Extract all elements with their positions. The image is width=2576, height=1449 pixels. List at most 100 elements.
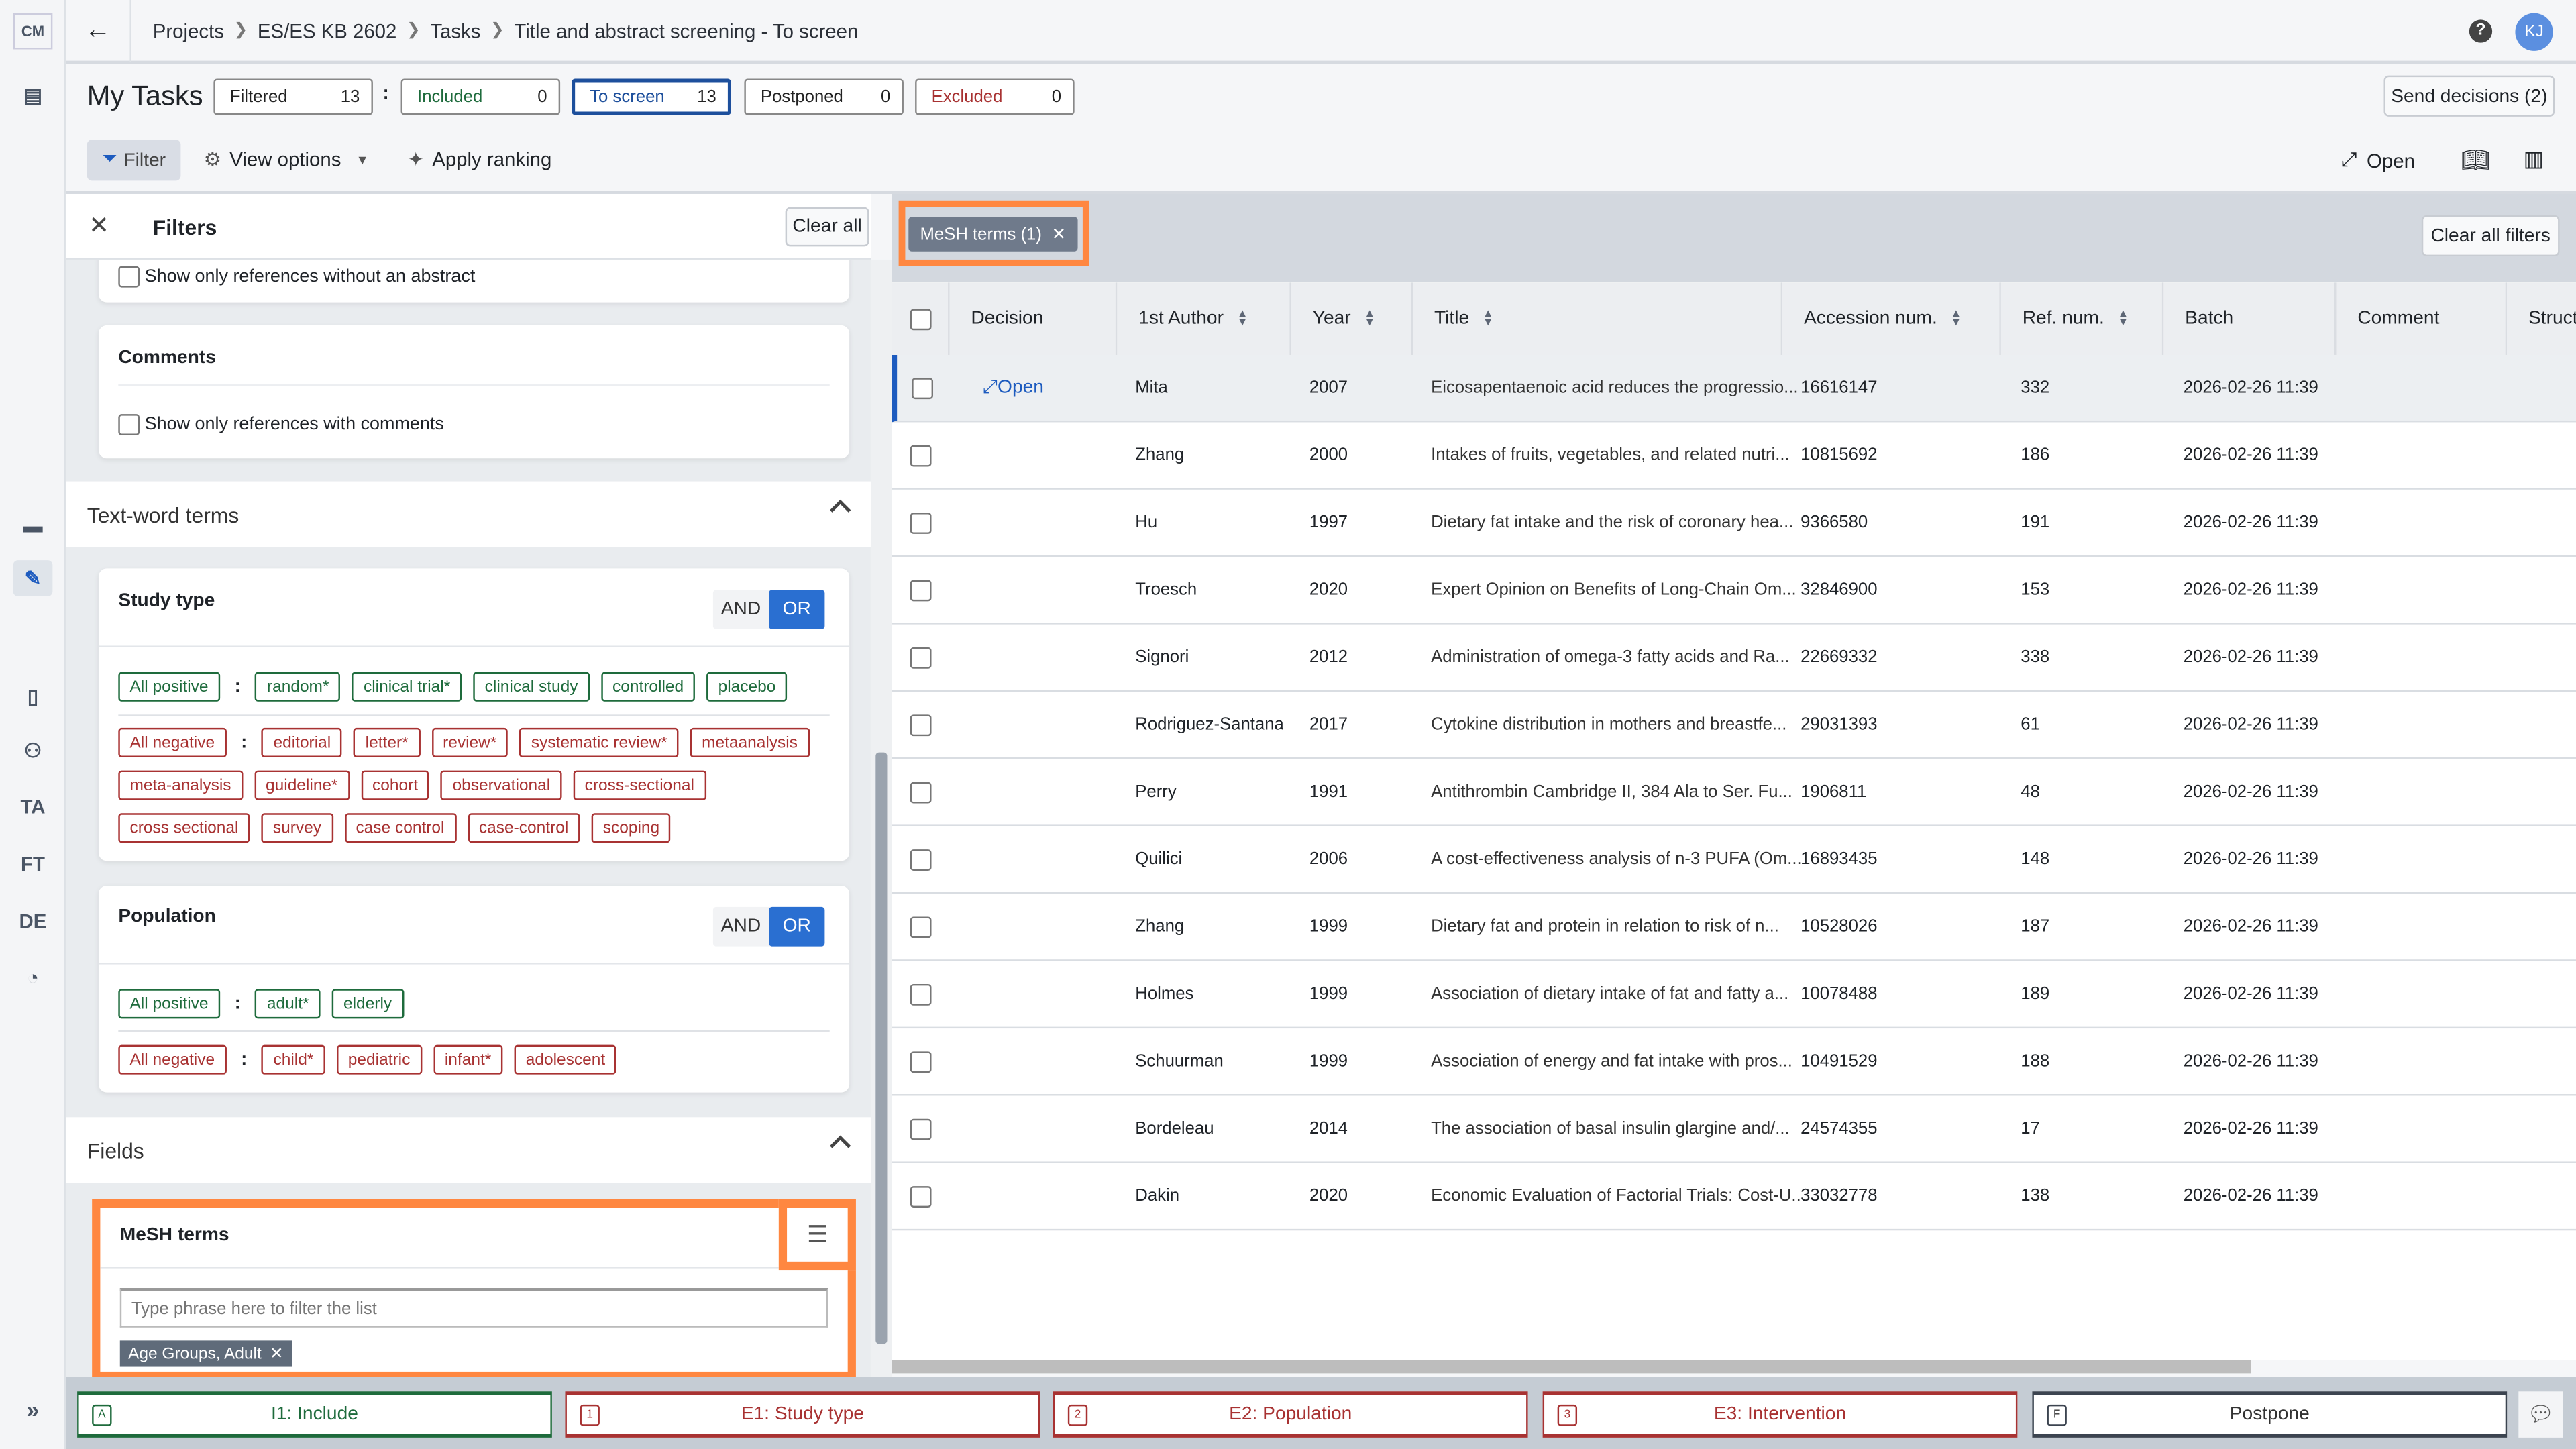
title-cell[interactable]: The association of basal insulin glargin… — [1431, 1095, 1790, 1161]
column-header-year[interactable]: Year ▲ ▼ — [1291, 282, 1413, 355]
title-cell[interactable]: Cytokine distribution in mothers and bre… — [1431, 692, 1786, 757]
archive-icon[interactable]: ▤ — [13, 77, 53, 113]
chart-icon[interactable]: ◔ — [13, 959, 53, 996]
all-negative-button[interactable]: All negative — [118, 727, 227, 757]
term-tag[interactable]: guideline* — [254, 770, 350, 800]
row-checkbox[interactable] — [910, 1163, 932, 1229]
table-row[interactable]: Rodriguez-Santana 2017 Cytokine distributi… — [892, 692, 2576, 759]
filter-button[interactable]: ⏷ Filter — [87, 140, 181, 181]
table-row[interactable]: Dakin 2020 Economic Evaluation of Factoria… — [892, 1163, 2576, 1231]
term-tag[interactable]: clinical trial* — [352, 672, 462, 702]
table-row[interactable]: Zhang 1999 Dietary fat and protein in rela… — [892, 894, 2576, 961]
or-option[interactable]: OR — [769, 590, 825, 629]
term-tag[interactable]: case control — [344, 813, 456, 843]
mesh-filter-chip[interactable]: MeSH terms (1) ✕ — [908, 217, 1078, 252]
column-header-accession-num[interactable]: Accession num. ▲ ▼ — [1782, 282, 2001, 355]
row-checkbox[interactable] — [910, 557, 932, 623]
term-tag[interactable]: scoping — [591, 813, 672, 843]
send-decisions-button[interactable]: Send decisions (2) — [2383, 75, 2555, 117]
term-tag[interactable]: infant* — [433, 1044, 503, 1075]
table-row[interactable]: Quilici 2006 A cost-effectiveness analysis… — [892, 826, 2576, 894]
title-cell[interactable]: Dietary fat and protein in relation to r… — [1431, 894, 1779, 959]
row-checkbox[interactable] — [910, 1028, 932, 1094]
term-tag[interactable]: elderly — [331, 989, 404, 1019]
decision-postpone[interactable]: F Postpone — [2032, 1391, 2508, 1438]
term-tag[interactable]: editorial — [262, 727, 343, 757]
table-row[interactable]: Signori 2012 Administration of omega-3 fat… — [892, 625, 2576, 692]
title-cell[interactable]: Economic Evaluation of Factorial Trials:… — [1431, 1163, 1806, 1229]
user-avatar[interactable]: KJ — [2515, 13, 2553, 51]
row-checkbox[interactable] — [910, 422, 932, 488]
counter-to-screen[interactable]: To screen 13 — [572, 78, 731, 115]
breadcrumb-projects[interactable]: Projects — [153, 19, 224, 42]
row-checkbox[interactable] — [910, 894, 932, 959]
title-cell[interactable]: Antithrombin Cambridge II, 384 Ala to Se… — [1431, 759, 1792, 824]
all-positive-button[interactable]: All positive — [118, 989, 220, 1019]
app-logo[interactable]: CM — [13, 13, 53, 50]
row-checkbox[interactable] — [910, 759, 932, 824]
all-positive-button[interactable]: All positive — [118, 672, 220, 702]
term-tag[interactable]: placebo — [706, 672, 788, 702]
textword-section-header[interactable]: Text-word terms — [65, 481, 871, 547]
sort-icon[interactable]: ▲ ▼ — [1364, 309, 1375, 328]
term-tag[interactable]: cross sectional — [118, 813, 250, 843]
title-cell[interactable]: Administration of omega-3 fatty acids an… — [1431, 625, 1790, 690]
term-tag[interactable]: child* — [262, 1044, 325, 1075]
horizontal-scrollbar[interactable] — [892, 1360, 2251, 1374]
title-cell[interactable]: A cost-effectiveness analysis of n-3 PUF… — [1431, 826, 1802, 892]
edit-icon[interactable]: ✎ — [13, 560, 53, 596]
row-checkbox[interactable] — [910, 1095, 932, 1161]
counter-postponed[interactable]: Postponed 0 — [744, 78, 904, 115]
comment-icon[interactable]: 💬︎ — [2518, 1391, 2563, 1438]
open-button[interactable]: ⤢ Open — [2341, 148, 2415, 172]
counter-filtered[interactable]: Filtered 13 — [213, 78, 373, 115]
table-row[interactable]: Holmes 1999 Association of dietary intake … — [892, 961, 2576, 1029]
term-tag[interactable]: pediatric — [336, 1044, 422, 1075]
row-checkbox[interactable] — [910, 961, 932, 1027]
folder-icon[interactable]: ▬ — [13, 508, 53, 544]
column-header-batch[interactable]: Batch — [2163, 282, 2337, 355]
filters-scrollbar[interactable] — [870, 259, 892, 1377]
columns-icon[interactable]: ▥ — [2524, 146, 2544, 172]
row-checkbox[interactable] — [910, 692, 932, 757]
rail-ft[interactable]: FT — [13, 846, 53, 882]
open-reference-button[interactable]: ⤢ Open — [983, 355, 1044, 421]
table-row[interactable]: Bordeleau 2014 The association of basal in… — [892, 1095, 2576, 1163]
counter-excluded[interactable]: Excluded 0 — [915, 78, 1075, 115]
term-tag[interactable]: observational — [441, 770, 562, 800]
column-header-1st-author[interactable]: 1st Author ▲ ▼ — [1117, 282, 1291, 355]
term-tag[interactable]: survey — [261, 813, 333, 843]
term-tag[interactable]: cross-sectional — [573, 770, 706, 800]
table-row[interactable]: Perry 1991 Antithrombin Cambridge II, 384 … — [892, 759, 2576, 826]
decision-e2-population[interactable]: 2 E2: Population — [1053, 1391, 1528, 1438]
column-header-ref-num[interactable]: Ref. num. ▲ ▼ — [2000, 282, 2164, 355]
clear-all-filters-button[interactable]: Clear all filters — [2421, 215, 2560, 257]
title-cell[interactable]: Dietary fat intake and the risk of coron… — [1431, 490, 1793, 555]
term-tag[interactable]: meta-analysis — [118, 770, 243, 800]
remove-chip-icon[interactable]: ✕ — [1052, 224, 1067, 244]
document-icon[interactable]: ▯ — [13, 678, 53, 714]
rail-de[interactable]: DE — [13, 904, 53, 940]
help-icon[interactable]: ? — [2469, 19, 2493, 43]
title-cell[interactable]: Association of energy and fat intake wit… — [1431, 1028, 1792, 1094]
sort-icon[interactable]: ▲ ▼ — [1950, 309, 1962, 328]
table-row[interactable]: ⤢ Open Mita 2007 Eicosapentaenoic acid redu… — [892, 354, 2576, 423]
rail-ta[interactable]: TA — [13, 789, 53, 825]
no-abstract-checkbox[interactable]: Show only references without an abstract — [118, 266, 475, 288]
term-tag[interactable]: review* — [431, 727, 508, 757]
term-tag[interactable]: letter* — [354, 727, 420, 757]
sort-icon[interactable]: ▲ ▼ — [1237, 309, 1248, 328]
sort-icon[interactable]: ▲ ▼ — [1483, 309, 1494, 328]
expand-rail-icon[interactable]: » — [13, 1391, 53, 1428]
mesh-filter-input[interactable] — [119, 1288, 828, 1328]
sort-icon[interactable]: ▲ ▼ — [2117, 309, 2129, 328]
book-icon[interactable]: 📖︎ — [2461, 146, 2491, 174]
breadcrumb-tasks[interactable]: Tasks — [430, 19, 480, 42]
users-icon[interactable]: ⚇ — [13, 733, 53, 769]
column-header-decision[interactable]: Decision — [949, 282, 1118, 355]
row-checkbox[interactable] — [912, 355, 934, 421]
remove-tag-icon[interactable]: ✕ — [270, 1345, 284, 1363]
column-header-struct[interactable]: Struct — [2507, 282, 2576, 355]
term-tag[interactable]: random* — [255, 672, 341, 702]
table-row[interactable]: Troesch 2020 Expert Opinion on Benefits of… — [892, 557, 2576, 625]
